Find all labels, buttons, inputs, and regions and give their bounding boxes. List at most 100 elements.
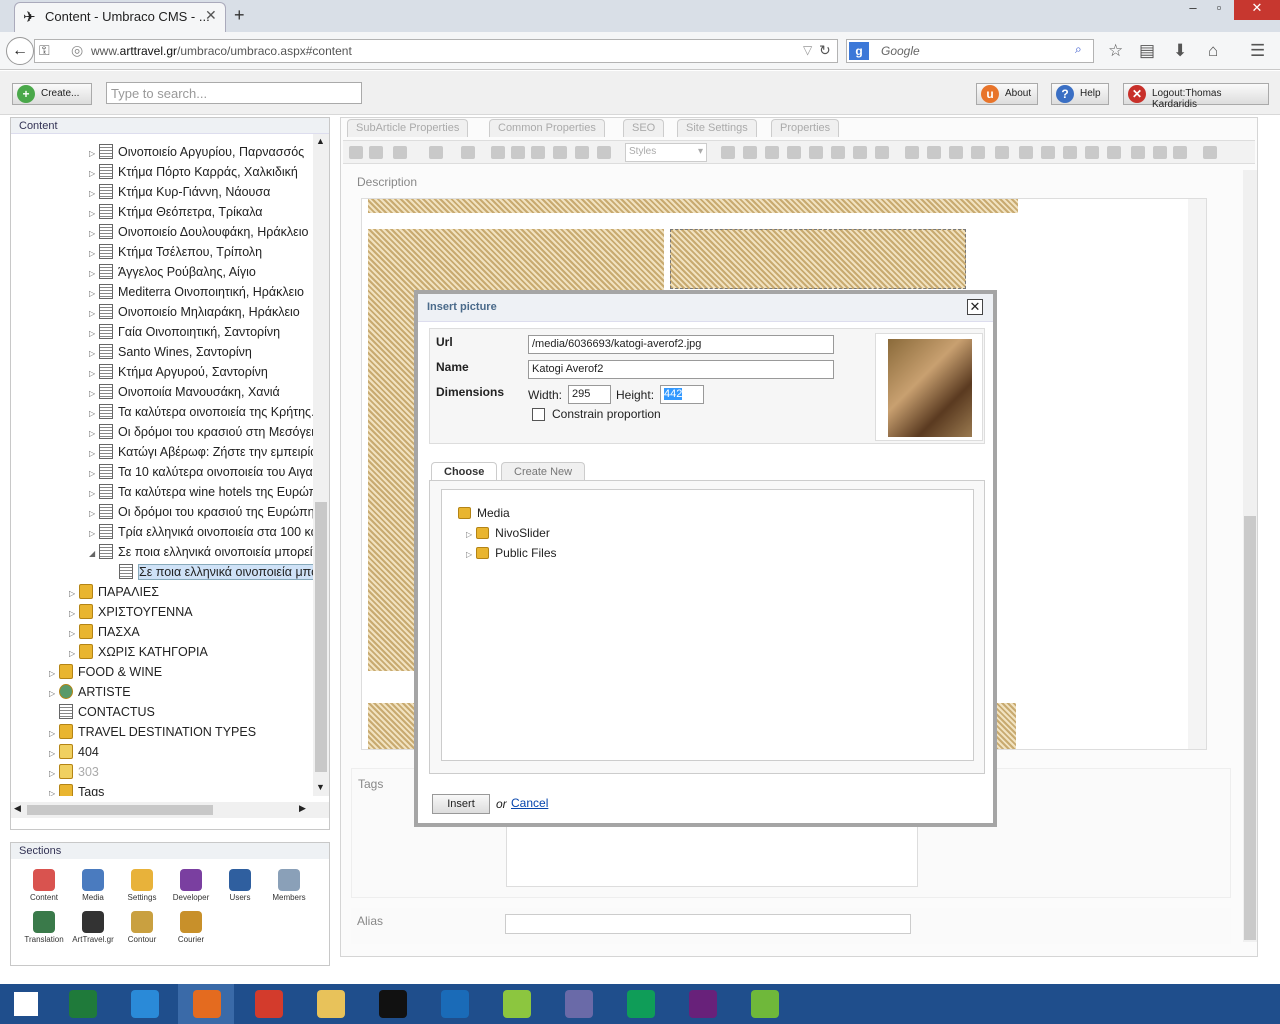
tab-seo[interactable]: SEO <box>623 119 665 137</box>
media-folder-public-files[interactable]: ▷ Public Files <box>466 546 557 560</box>
tree-item[interactable]: ▷ Κτήμα Θεόπετρα, Τρίκαλα <box>89 202 263 222</box>
tree-item[interactable]: ▷ Tags <box>49 782 104 796</box>
download-icon[interactable]: ⬇ <box>1173 41 1187 61</box>
tree-item[interactable]: ▷ ΠΑΣΧΑ <box>69 622 140 642</box>
tree-item[interactable]: CONTACTUS <box>49 702 155 722</box>
expand-arrow-icon[interactable]: ▷ <box>89 204 99 224</box>
toolbar-button-icon[interactable] <box>491 146 505 159</box>
toolbar-button-icon[interactable] <box>853 146 867 159</box>
toolbar-button-icon[interactable] <box>765 146 779 159</box>
toolbar-button-icon[interactable] <box>511 146 525 159</box>
expand-arrow-icon[interactable]: ▷ <box>89 524 99 544</box>
section-users[interactable]: Users <box>217 869 263 902</box>
alias-input[interactable] <box>505 914 911 934</box>
toolbar-button-icon[interactable] <box>553 146 567 159</box>
tree-item[interactable]: ▷ Τα 10 καλύτερα οινοποιεία του Αιγαί <box>89 462 313 482</box>
tab-common-properties[interactable]: Common Properties <box>489 119 605 137</box>
tree-item[interactable]: ▷ Mediterra Οινοποιητική, Ηράκλειο <box>89 282 304 302</box>
tree-item[interactable]: ▷ Santo Wines, Σαντορίνη <box>89 342 252 362</box>
toolbar-button-icon[interactable] <box>787 146 801 159</box>
tree-item[interactable]: ▷ Κτήμα Τσέλεπου, Τρίπολη <box>89 242 262 262</box>
expand-arrow-icon[interactable]: ▷ <box>49 724 59 744</box>
toolbar-button-icon[interactable] <box>461 146 475 159</box>
taskbar-notepad-plus-plus[interactable] <box>488 984 544 1024</box>
expand-arrow-icon[interactable]: ▷ <box>89 504 99 524</box>
expand-arrow-icon[interactable]: ▷ <box>89 484 99 504</box>
toolbar-button-icon[interactable] <box>393 146 407 159</box>
tree-item[interactable]: ◢ Σε ποια ελληνικά οινοποιεία μπορείτ <box>89 542 313 562</box>
tree-item[interactable]: ▷ Οινοποιείο Δουλουφάκη, Ηράκλειο <box>89 222 308 242</box>
expand-arrow-icon[interactable]: ▷ <box>69 584 79 604</box>
cancel-link[interactable]: Cancel <box>511 796 548 810</box>
help-button[interactable]: ? Help <box>1051 83 1109 105</box>
reload-icon[interactable]: ↻ <box>819 42 831 59</box>
expand-arrow-icon[interactable]: ▷ <box>89 404 99 424</box>
maximize-button[interactable]: ▫ <box>1204 0 1234 22</box>
height-field[interactable]: 442 <box>660 385 704 404</box>
tree-item[interactable]: ▷ Οινοποιείο Αργυρίου, Παρνασσός <box>89 142 304 162</box>
toolbar-button-icon[interactable] <box>927 146 941 159</box>
styles-dropdown[interactable]: Styles ▾ <box>625 143 707 162</box>
collapse-arrow-icon[interactable]: ◢ <box>89 544 99 564</box>
close-window-button[interactable]: ✕ <box>1234 0 1280 20</box>
toolbar-button-icon[interactable] <box>369 146 383 159</box>
expand-arrow-icon[interactable]: ▷ <box>49 764 59 784</box>
taskbar-start[interactable] <box>0 984 56 1024</box>
tab-create-new[interactable]: Create New <box>501 462 586 482</box>
expand-arrow-icon[interactable]: ▷ <box>89 424 99 444</box>
name-field[interactable]: Katogi Averof2 <box>528 360 834 379</box>
section-developer[interactable]: Developer <box>168 869 214 902</box>
taskbar-internet-explorer[interactable] <box>116 984 172 1024</box>
expand-arrow-icon[interactable]: ▷ <box>466 550 472 559</box>
width-field[interactable]: 295 <box>568 385 611 404</box>
content-search-input[interactable]: Type to search... <box>106 82 362 104</box>
section-members[interactable]: Members <box>266 869 312 902</box>
toolbar-button-icon[interactable] <box>1085 146 1099 159</box>
url-field[interactable]: /media/6036693/katogi-averof2.jpg <box>528 335 834 354</box>
toolbar-button-icon[interactable] <box>597 146 611 159</box>
tree-item[interactable]: ▷ TRAVEL DESTINATION TYPES <box>49 722 256 742</box>
toolbar-button-icon[interactable] <box>531 146 545 159</box>
toolbar-button-icon[interactable] <box>1107 146 1121 159</box>
logout-button[interactable]: ✕ Logout:Thomas Kardaridis <box>1123 83 1269 110</box>
tree-item[interactable]: ▷ 303 <box>49 762 99 782</box>
scroll-left-icon[interactable]: ◀ <box>14 803 21 814</box>
section-content[interactable]: Content <box>21 869 67 902</box>
tree-item[interactable]: ▷ Κτήμα Πόρτο Καρράς, Χαλκιδική <box>89 162 298 182</box>
search-icon[interactable]: ⌕ <box>1075 42 1082 57</box>
section-settings[interactable]: Settings <box>119 869 165 902</box>
page-scrollbar[interactable] <box>1243 170 1257 942</box>
taskbar-firefox[interactable] <box>178 984 234 1024</box>
expand-arrow-icon[interactable]: ▷ <box>89 384 99 404</box>
taskbar-outlook[interactable] <box>426 984 482 1024</box>
toolbar-button-icon[interactable] <box>949 146 963 159</box>
tree-item[interactable]: Σε ποια ελληνικά οινοποιεία μπο <box>109 562 313 582</box>
expand-arrow-icon[interactable]: ▷ <box>89 464 99 484</box>
expand-arrow-icon[interactable]: ▷ <box>466 530 472 539</box>
expand-arrow-icon[interactable]: ▷ <box>49 684 59 704</box>
insert-button[interactable]: Insert <box>432 794 490 814</box>
address-bar[interactable]: ⚿ ◎ www.arttravel.gr/umbraco/umbraco.asp… <box>34 39 838 63</box>
taskbar-visual-studio[interactable] <box>674 984 730 1024</box>
google-icon[interactable]: g <box>849 42 869 60</box>
toolbar-button-icon[interactable] <box>349 146 363 159</box>
toolbar-button-icon[interactable] <box>831 146 845 159</box>
toolbar-button-icon[interactable] <box>1131 146 1145 159</box>
reading-list-icon[interactable]: ▤ <box>1139 41 1155 61</box>
taskbar-visual-studio-tool[interactable] <box>550 984 606 1024</box>
expand-arrow-icon[interactable]: ▷ <box>89 144 99 164</box>
close-tab-icon[interactable]: ✕ <box>205 7 217 24</box>
taskbar-command-prompt[interactable] <box>364 984 420 1024</box>
expand-arrow-icon[interactable]: ▷ <box>89 304 99 324</box>
toolbar-button-icon[interactable] <box>575 146 589 159</box>
page-scroll-thumb[interactable] <box>1244 516 1256 940</box>
tab-subarticle-properties[interactable]: SubArticle Properties <box>347 119 469 137</box>
toolbar-button-icon[interactable] <box>721 146 735 159</box>
dropdown-icon[interactable]: ▽ <box>803 43 812 57</box>
tab-properties[interactable]: Properties <box>771 119 840 137</box>
toolbar-button-icon[interactable] <box>971 146 985 159</box>
tree-item[interactable]: ▷ Οινοποιείο Μηλιαράκη, Ηράκλειο <box>89 302 300 322</box>
expand-arrow-icon[interactable]: ▷ <box>89 324 99 344</box>
content-image-selected[interactable] <box>670 229 966 289</box>
toolbar-button-icon[interactable] <box>743 146 757 159</box>
